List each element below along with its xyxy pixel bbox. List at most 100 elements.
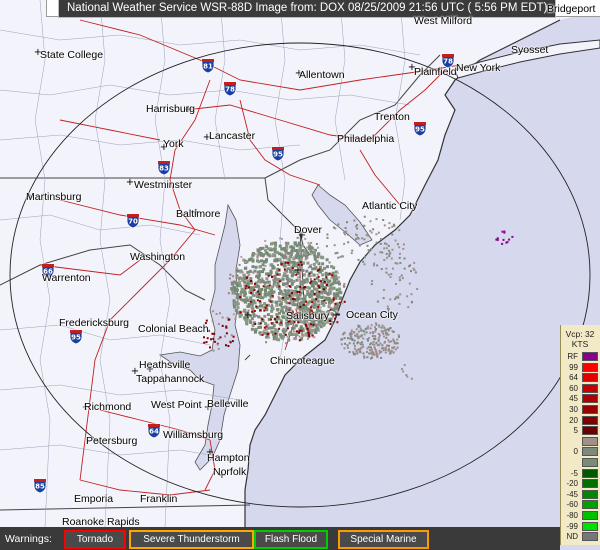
- legend-swatch: [582, 373, 598, 383]
- radar-echo: [274, 318, 276, 321]
- radar-echo: [302, 303, 305, 306]
- radar-echo: [280, 253, 284, 257]
- radar-echo: [385, 271, 388, 274]
- radar-echo: [280, 247, 284, 251]
- radar-echo: [388, 255, 391, 258]
- radar-echo: [298, 329, 301, 332]
- radar-echo: [377, 338, 380, 341]
- radar-echo: [221, 316, 224, 319]
- radar-echo: [269, 300, 272, 303]
- radar-echo: [284, 333, 287, 336]
- radar-echo: [251, 323, 255, 327]
- radar-echo: [343, 337, 346, 340]
- radar-echo: [291, 327, 295, 330]
- radar-echo: [366, 351, 368, 353]
- radar-echo: [355, 328, 358, 331]
- radar-echo: [262, 255, 265, 258]
- interstate-shield-icon: 85: [33, 478, 47, 494]
- radar-echo: [370, 231, 373, 234]
- radar-echo: [279, 298, 282, 301]
- radar-echo: [317, 284, 320, 287]
- radar-echo: [287, 332, 291, 336]
- legend-row: -99: [561, 521, 600, 532]
- radar-echo: [295, 278, 299, 282]
- radar-echo: [253, 294, 256, 297]
- radar-echo: [386, 344, 388, 347]
- city-label: Lancaster: [209, 130, 256, 142]
- radar-echo: [373, 253, 376, 256]
- radar-echo: [321, 278, 325, 281]
- radar-echo: [388, 350, 391, 353]
- radar-echo: [329, 283, 333, 287]
- radar-echo: [376, 264, 379, 267]
- radar-echo: [361, 329, 364, 332]
- radar-echo: [256, 256, 259, 259]
- radar-echo: [353, 347, 356, 350]
- radar-echo: [243, 294, 247, 298]
- radar-echo: [393, 224, 396, 227]
- radar-echo: [255, 305, 258, 308]
- radar-echo: [265, 277, 269, 281]
- radar-echo: [394, 262, 397, 265]
- radar-echo: [375, 324, 378, 326]
- radar-echo: [305, 280, 309, 284]
- radar-echo: [301, 337, 304, 339]
- legend-value: 64: [569, 373, 578, 383]
- radar-echo: [249, 282, 252, 285]
- radar-echo: [232, 275, 234, 278]
- radar-echo: [344, 233, 347, 236]
- radar-echo: [325, 277, 329, 281]
- interstate-number: 78: [443, 58, 453, 66]
- radar-echo: [379, 251, 382, 254]
- legend-value: 60: [569, 383, 578, 393]
- radar-echo: [231, 340, 234, 343]
- radar-echo: [236, 293, 239, 296]
- radar-echo: [391, 233, 394, 236]
- radar-echo: [244, 287, 247, 290]
- radar-echo: [239, 311, 242, 314]
- radar-echo: [296, 285, 299, 289]
- radar-echo: [324, 292, 327, 295]
- warning-toggle-severe-thunderstorm[interactable]: Severe Thunderstorm: [129, 530, 254, 549]
- warning-toggle-tornado[interactable]: Tornado: [64, 530, 126, 549]
- radar-echo: [363, 263, 366, 266]
- radar-echo: [401, 368, 403, 371]
- radar-echo: [276, 273, 279, 276]
- radar-echo: [511, 235, 514, 238]
- radar-echo: [390, 349, 393, 352]
- radar-echo: [236, 296, 238, 299]
- radar-echo: [271, 276, 273, 278]
- radar-echo: [264, 289, 267, 292]
- radar-echo: [361, 343, 364, 346]
- legend-value: 45: [569, 394, 578, 404]
- radar-echo: [368, 352, 370, 355]
- radar-echo: [296, 300, 299, 303]
- radar-echo: [277, 287, 281, 291]
- radar-echo: [356, 227, 359, 230]
- radar-echo: [381, 324, 384, 327]
- radar-echo: [312, 262, 316, 266]
- radar-echo: [221, 324, 224, 327]
- radar-echo: [328, 303, 331, 306]
- radar-echo: [232, 335, 235, 338]
- radar-echo: [398, 246, 401, 249]
- radar-echo: [269, 269, 273, 273]
- radar-title: National Weather Service WSR-88D Image f…: [58, 0, 557, 18]
- warning-toggle-flash-flood[interactable]: Flash Flood: [254, 530, 328, 549]
- radar-echo: [400, 274, 403, 277]
- radar-echo: [281, 282, 285, 286]
- radar-echo: [274, 300, 278, 304]
- radar-echo: [385, 243, 388, 246]
- radar-echo: [334, 252, 337, 255]
- radar-echo: [274, 244, 277, 248]
- warning-toggle-special-marine[interactable]: Special Marine: [338, 530, 429, 549]
- radar-echo: [347, 337, 349, 340]
- radar-echo: [301, 332, 303, 335]
- radar-echo: [284, 299, 288, 303]
- radar-echo: [249, 300, 252, 303]
- radar-echo: [353, 344, 356, 347]
- radar-echo: [253, 289, 256, 292]
- radar-echo: [285, 252, 288, 255]
- radar-echo: [306, 246, 309, 249]
- radar-echo: [252, 254, 255, 257]
